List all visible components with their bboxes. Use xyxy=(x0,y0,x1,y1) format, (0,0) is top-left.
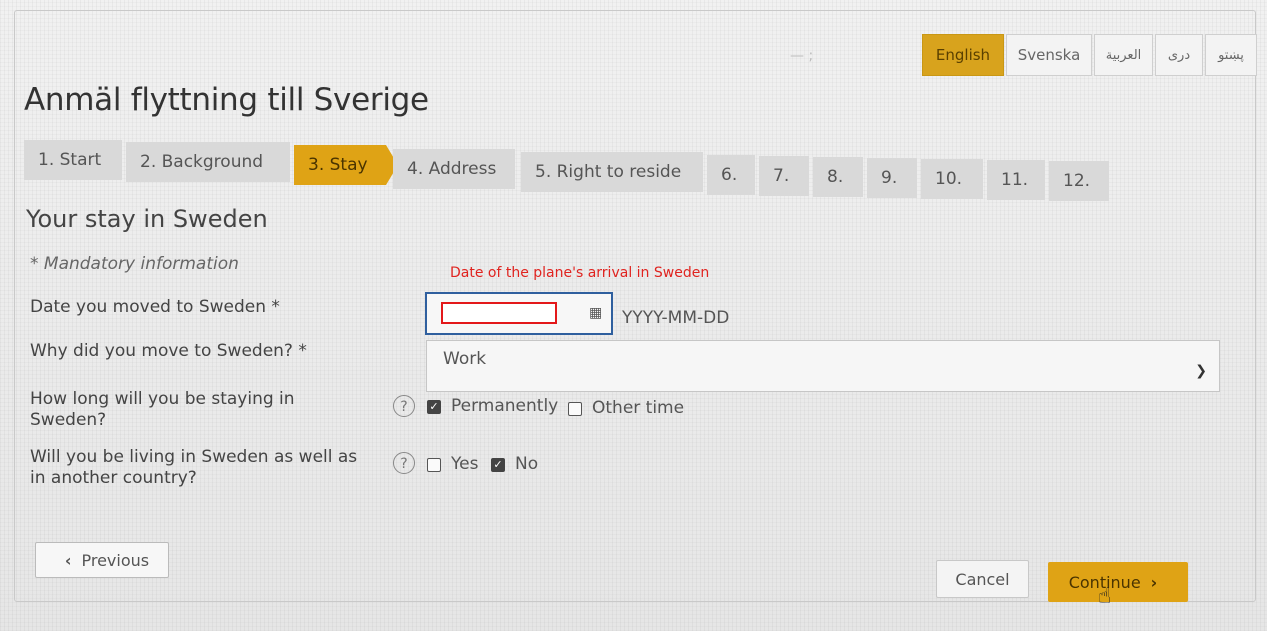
move-reason-label: Why did you move to Sweden? * xyxy=(30,341,307,361)
language-svenska[interactable]: Svenska xyxy=(1006,34,1092,76)
option-no-label: No xyxy=(515,454,539,474)
previous-button-label: Previous xyxy=(81,550,150,570)
checkbox-yes[interactable] xyxy=(427,458,441,472)
step-10[interactable]: 10. xyxy=(921,159,983,199)
step-6[interactable]: 6. xyxy=(707,155,755,195)
continue-button[interactable]: Continue › xyxy=(1048,562,1188,602)
move-reason-value: Work xyxy=(443,349,487,369)
step-9[interactable]: 9. xyxy=(867,158,917,198)
step-12[interactable]: 12. xyxy=(1049,161,1109,201)
mandatory-note: * Mandatory information xyxy=(30,254,239,274)
help-icon[interactable]: ? xyxy=(393,452,415,474)
date-moved-input[interactable] xyxy=(441,302,557,324)
date-moved-label: Date you moved to Sweden * xyxy=(30,297,280,317)
chevron-down-icon: ❯ xyxy=(1195,363,1207,379)
date-moved-field[interactable]: ▦ xyxy=(425,292,613,335)
hand-cursor-icon: ☝ xyxy=(1098,584,1112,609)
screen-glare: — ; xyxy=(790,48,814,64)
language-pashto[interactable]: پښتو xyxy=(1205,34,1257,76)
step-address[interactable]: 4. Address xyxy=(393,149,515,189)
step-stay[interactable]: 3. Stay xyxy=(294,145,398,185)
cancel-button-label: Cancel xyxy=(955,569,1010,589)
move-reason-select[interactable]: Work ❯ xyxy=(426,340,1220,392)
date-format-hint: YYYY-MM-DD xyxy=(622,308,730,328)
step-8[interactable]: 8. xyxy=(813,157,863,197)
stay-duration-label: How long will you be staying in Sweden? xyxy=(30,389,295,430)
cancel-button[interactable]: Cancel xyxy=(936,560,1029,598)
chevron-left-icon: ‹ xyxy=(64,550,72,570)
chevron-right-icon: › xyxy=(1150,572,1158,592)
language-arabic[interactable]: العربية xyxy=(1094,34,1153,76)
help-icon[interactable]: ? xyxy=(393,395,415,417)
option-other-time-label: Other time xyxy=(592,398,685,418)
previous-button[interactable]: ‹ Previous xyxy=(35,542,169,578)
section-title: Your stay in Sweden xyxy=(26,205,268,233)
option-yes-label: Yes xyxy=(451,454,479,474)
annotation-text: Date of the plane's arrival in Sweden xyxy=(450,265,710,281)
calendar-icon[interactable]: ▦ xyxy=(589,306,603,320)
page-title: Anmäl flyttning till Sverige xyxy=(24,82,429,118)
language-english[interactable]: English xyxy=(922,34,1004,76)
step-right-to-reside[interactable]: 5. Right to reside xyxy=(521,152,703,192)
checkbox-permanently[interactable]: ✓ xyxy=(427,400,441,414)
checkbox-other-time[interactable] xyxy=(568,402,582,416)
dual-residence-label: Will you be living in Sweden as well as … xyxy=(30,447,358,488)
step-background[interactable]: 2. Background xyxy=(126,142,290,182)
step-11[interactable]: 11. xyxy=(987,160,1045,200)
checkbox-no[interactable]: ✓ xyxy=(491,458,505,472)
step-start[interactable]: 1. Start xyxy=(24,140,122,180)
option-permanently-label: Permanently xyxy=(451,396,559,416)
step-7[interactable]: 7. xyxy=(759,156,809,196)
language-dari[interactable]: دری xyxy=(1155,34,1203,76)
screen: — ; English Svenska العربية دری پښتو Anm… xyxy=(0,0,1267,631)
